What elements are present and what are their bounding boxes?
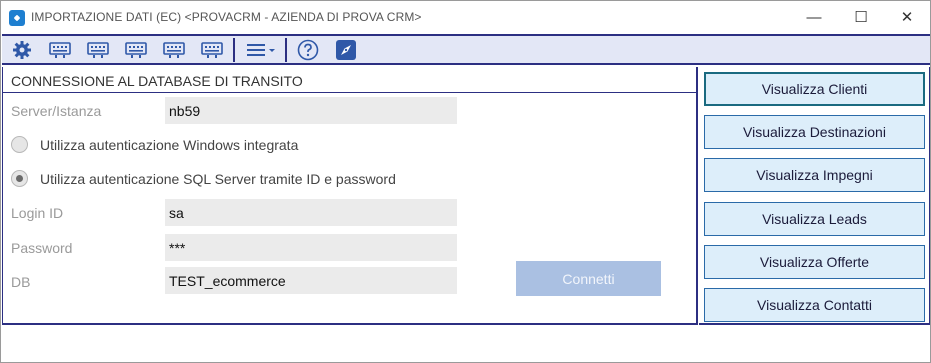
keyboard-icon[interactable]	[48, 39, 72, 61]
section-divider	[3, 92, 697, 93]
connect-button[interactable]: Connetti	[516, 261, 661, 296]
auth-windows-label: Utilizza autenticazione Windows integrat…	[40, 136, 299, 153]
view-leads-button[interactable]: Visualizza Leads	[704, 202, 925, 236]
gear-icon[interactable]	[10, 39, 34, 61]
title-bar[interactable]: IMPORTAZIONE DATI (EC) <PROVACRM - AZIEN…	[1, 1, 930, 34]
app-window: IMPORTAZIONE DATI (EC) <PROVACRM - AZIEN…	[0, 0, 931, 363]
window-title: IMPORTAZIONE DATI (EC) <PROVACRM - AZIEN…	[31, 10, 422, 24]
server-input[interactable]: nb59	[165, 97, 457, 124]
help-icon[interactable]	[296, 39, 320, 61]
toolbar-separator	[285, 38, 287, 62]
view-contacts-button[interactable]: Visualizza Contatti	[704, 288, 925, 322]
view-clients-button[interactable]: Visualizza Clienti	[704, 72, 925, 106]
view-offers-button[interactable]: Visualizza Offerte	[704, 245, 925, 279]
compass-icon[interactable]	[334, 39, 358, 61]
close-button[interactable]: ✕	[884, 1, 930, 33]
maximize-button[interactable]: ☐	[838, 1, 884, 33]
db-label: DB	[11, 274, 31, 290]
view-commitments-button[interactable]: Visualizza Impegni	[704, 158, 925, 192]
db-input[interactable]: TEST_ecommerce	[165, 267, 457, 294]
radio-button-selected[interactable]	[11, 170, 28, 187]
view-destinations-button[interactable]: Visualizza Destinazioni	[704, 115, 925, 149]
menu-dropdown-icon[interactable]	[245, 39, 279, 61]
connection-panel: CONNESSIONE AL DATABASE DI TRANSITO Serv…	[2, 67, 698, 325]
password-input[interactable]: ***	[165, 234, 457, 261]
server-label: Server/Istanza	[11, 103, 102, 119]
login-label: Login ID	[11, 205, 64, 221]
auth-windows-option[interactable]: Utilizza autenticazione Windows integrat…	[11, 136, 298, 153]
minimize-button[interactable]: —	[791, 1, 837, 33]
toolbar-separator	[233, 38, 235, 62]
status-bar	[2, 327, 930, 362]
auth-sql-label: Utilizza autenticazione SQL Server trami…	[40, 170, 396, 187]
keyboard-icon[interactable]	[200, 39, 224, 61]
actions-panel: Visualizza Clienti Visualizza Destinazio…	[699, 67, 930, 325]
radio-button[interactable]	[11, 136, 28, 153]
auth-sql-option[interactable]: Utilizza autenticazione SQL Server trami…	[11, 170, 396, 187]
toolbar	[2, 34, 930, 65]
keyboard-icon[interactable]	[86, 39, 110, 61]
keyboard-icon[interactable]	[162, 39, 186, 61]
keyboard-icon[interactable]	[124, 39, 148, 61]
login-input[interactable]: sa	[165, 199, 457, 226]
app-logo-icon	[9, 10, 25, 26]
password-label: Password	[11, 240, 73, 256]
section-title: CONNESSIONE AL DATABASE DI TRANSITO	[11, 73, 303, 89]
